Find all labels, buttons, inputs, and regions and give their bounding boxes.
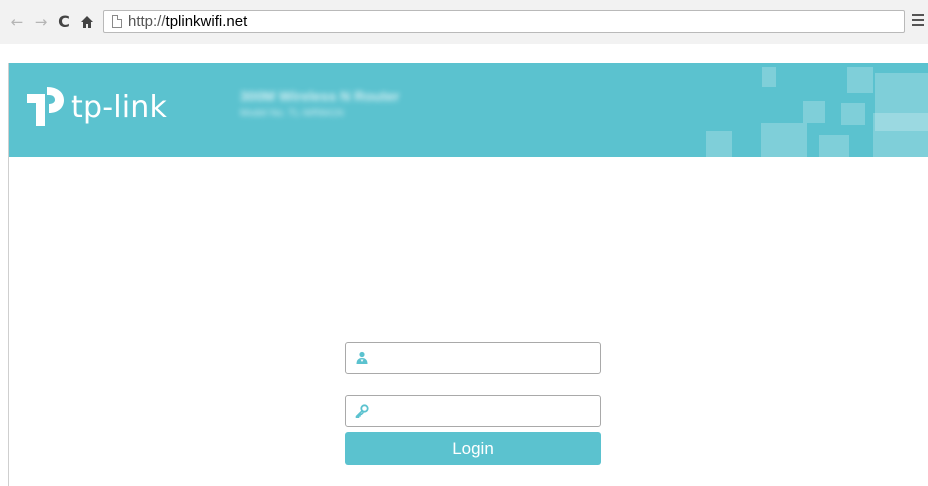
- password-field[interactable]: [345, 395, 601, 427]
- page-icon: [112, 15, 122, 28]
- login-form: Login: [345, 342, 602, 465]
- tp-link-logo-icon: [27, 87, 64, 126]
- header-decoration: [762, 67, 776, 87]
- model-info: 300M Wireless N Router Model No. TL-WR84…: [240, 88, 399, 119]
- forward-arrow-icon[interactable]: →: [33, 14, 49, 30]
- menu-icon[interactable]: [912, 14, 924, 28]
- browser-toolbar: ← → C http://tplinkwifi.net: [0, 0, 928, 44]
- header-decoration: [847, 67, 873, 93]
- tp-link-logo: tp-link: [25, 83, 167, 131]
- model-name: 300M Wireless N Router: [240, 88, 400, 104]
- back-arrow-icon[interactable]: ←: [9, 14, 25, 30]
- header-decoration: [819, 135, 849, 157]
- url-text[interactable]: http://tplinkwifi.net: [128, 13, 247, 30]
- header-decoration: [873, 113, 928, 157]
- url-scheme: http://: [128, 13, 166, 30]
- reload-icon[interactable]: C: [56, 14, 72, 30]
- header-decoration: [841, 103, 865, 125]
- key-icon: [355, 404, 369, 418]
- login-button[interactable]: Login: [345, 432, 601, 465]
- model-number: Model No. TL-WR841N: [240, 108, 344, 119]
- header-decoration: [803, 101, 825, 123]
- page-header: tp-link 300M Wireless N Router Model No.…: [9, 63, 928, 157]
- brand-text: tp-link: [71, 89, 168, 125]
- url-host: tplinkwifi.net: [165, 13, 248, 30]
- home-icon[interactable]: [79, 14, 95, 30]
- header-decoration: [706, 131, 732, 157]
- username-field[interactable]: [345, 342, 601, 374]
- header-decoration: [761, 123, 807, 157]
- username-input[interactable]: [376, 347, 595, 371]
- user-icon: [356, 351, 368, 364]
- address-bar[interactable]: http://tplinkwifi.net: [103, 10, 905, 33]
- password-input[interactable]: [376, 400, 595, 424]
